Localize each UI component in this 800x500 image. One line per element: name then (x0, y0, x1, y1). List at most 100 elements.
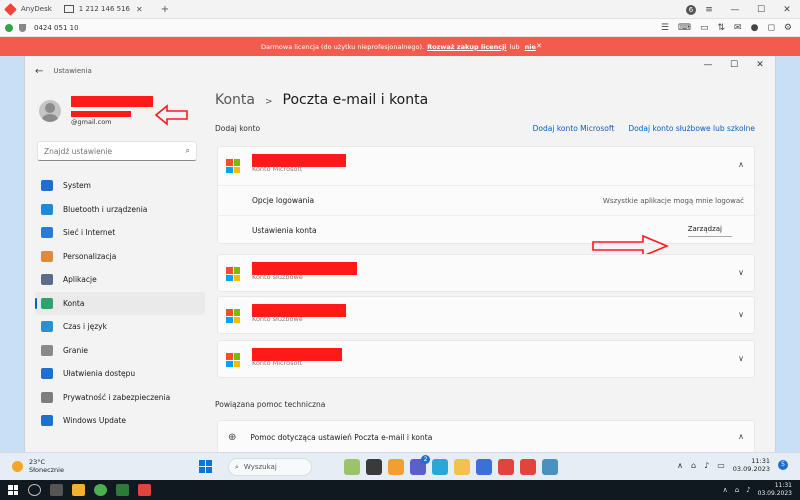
input-icon[interactable]: ⌨ (678, 23, 691, 33)
new-tab-icon[interactable]: + (161, 4, 169, 15)
session-id: 0424 051 10 (34, 23, 79, 32)
chevron-up-icon[interactable]: ∧ (738, 160, 744, 169)
add-account-label: Dodaj konto (215, 123, 261, 133)
notification-count[interactable]: 5 (778, 460, 788, 470)
chevron-down-icon[interactable]: ∨ (738, 354, 744, 363)
license-purchase-link[interactable]: Rozważ zakup licencji (427, 43, 506, 51)
maximize-icon[interactable]: ☐ (721, 60, 747, 70)
display-icon[interactable]: ▭ (700, 23, 709, 33)
task-view-icon[interactable] (366, 459, 382, 475)
maximize-icon[interactable]: ☐ (748, 5, 774, 15)
edge-icon[interactable] (432, 459, 448, 475)
sidebar-item[interactable]: Sieć i Internet (35, 221, 205, 245)
close-banner-icon[interactable]: ✕ (536, 42, 542, 50)
add-work-account-link[interactable]: Dodaj konto służbowe lub szkolne (628, 124, 755, 133)
weather-widget[interactable]: 23°C Słonecznie (12, 458, 64, 474)
help-card[interactable]: ⊕ Pomoc dotycząca ustawień Poczta e-mail… (217, 420, 755, 454)
sidebar-item[interactable]: Konta (35, 291, 205, 315)
sidebar-item[interactable]: System (35, 174, 205, 198)
annotation-arrow-left (155, 104, 188, 126)
sidebar-item-label: Aplikacje (63, 275, 97, 285)
account-card-3[interactable]: Konto służbowe ∨ (217, 296, 755, 334)
outlook-icon[interactable] (476, 459, 492, 475)
taskbar-search[interactable]: ⌕ Wyszukaj (228, 458, 312, 476)
chevron-up-icon[interactable]: ∧ (738, 432, 744, 441)
windows-start-icon[interactable] (199, 460, 212, 473)
record-icon[interactable]: ● (751, 23, 759, 33)
taskbar-apps: 2 (344, 455, 558, 475)
chat-icon[interactable]: ✉ (734, 23, 742, 33)
anydesk-session-tab[interactable]: 1 212 146 516 ✕ (58, 0, 149, 19)
file-transfer-icon[interactable]: ⇅ (717, 23, 725, 33)
network-icon[interactable]: ⌂ (691, 461, 696, 470)
taskbar-clock[interactable]: 11:31 03.09.2023 (733, 457, 770, 473)
actions-icon[interactable]: ☰ (661, 23, 669, 33)
settings-gear-icon[interactable] (542, 459, 558, 475)
folder-icon[interactable] (454, 459, 470, 475)
sidebar-item[interactable]: Personalizacja (35, 245, 205, 269)
anydesk-icon[interactable] (498, 459, 514, 475)
search-icon[interactable] (28, 484, 41, 496)
volume-icon[interactable]: ♪ (746, 486, 750, 494)
chevron-down-icon[interactable]: ∨ (738, 268, 744, 277)
menu-icon[interactable]: ≡ (696, 5, 722, 15)
chevron-up-icon[interactable]: ∧ (677, 461, 683, 470)
sidebar-item-label: Personalizacja (63, 251, 117, 261)
volume-icon[interactable]: ♪ (704, 461, 709, 470)
close-window-icon[interactable]: ✕ (774, 5, 800, 15)
manage-button[interactable]: Zarządzaj (687, 223, 732, 237)
local-clock[interactable]: 11:31 03.09.2023 (758, 482, 792, 498)
anydesk-tabbar: AnyDesk 1 212 146 516 ✕ + 6 ≡ — ☐ ✕ (0, 0, 800, 19)
microsoft-logo-icon (226, 267, 240, 281)
battery-icon[interactable]: ▭ (717, 461, 725, 470)
search-icon: ⌕ (235, 462, 239, 471)
settings-icon[interactable]: ⚙ (784, 23, 792, 33)
teams-icon[interactable]: 2 (410, 455, 430, 475)
file-explorer-icon[interactable] (388, 459, 404, 475)
close-icon[interactable]: ✕ (747, 60, 773, 70)
account-header-1[interactable]: Konto Microsoft ∧ (218, 147, 754, 185)
close-tab-icon[interactable]: ✕ (136, 5, 143, 14)
minimize-icon[interactable]: — (695, 60, 721, 70)
excel-icon[interactable] (116, 484, 129, 496)
local-start-icon[interactable] (8, 485, 18, 495)
shield-icon (19, 23, 26, 32)
sidebar-item[interactable]: Aplikacje (35, 268, 205, 292)
sidebar-item-icon (41, 321, 53, 333)
chevron-up-icon[interactable]: ∧ (723, 486, 728, 494)
screenshot-icon[interactable]: ◻ (767, 23, 774, 33)
widgets-icon[interactable] (344, 459, 360, 475)
account-card-4[interactable]: Konto Microsoft ∨ (217, 340, 755, 378)
sidebar-item-label: Konta (63, 298, 85, 308)
file-explorer-icon[interactable] (72, 484, 85, 496)
add-microsoft-account-link[interactable]: Dodaj konto Microsoft (533, 124, 615, 133)
anydesk-app-tab[interactable]: AnyDesk (0, 0, 58, 19)
sidebar-item[interactable]: Granie (35, 339, 205, 363)
anydesk-logo-icon (4, 2, 17, 16)
connection-status-icon (5, 23, 13, 32)
back-arrow-icon[interactable]: ← (35, 66, 43, 77)
sidebar-item[interactable]: Bluetooth i urządzenia (35, 198, 205, 222)
sidebar-item[interactable]: Ułatwienia dostępu (35, 362, 205, 386)
remote-taskbar: 23°C Słonecznie ⌕ Wyszukaj 2 ∧ ⌂ ♪ ▭ 11:… (0, 452, 800, 480)
breadcrumb-parent[interactable]: Konta (215, 92, 255, 108)
sidebar-item[interactable]: Prywatność i zabezpieczenia (35, 386, 205, 410)
account-card-2[interactable]: Konto służbowe ∨ (217, 254, 755, 292)
sidebar-item[interactable]: Czas i język (35, 315, 205, 339)
task-view-icon[interactable] (50, 484, 63, 496)
redacted-username (71, 96, 153, 107)
chevron-down-icon[interactable]: ∨ (738, 310, 744, 319)
user-email-suffix: @gmail.com (71, 118, 112, 126)
network-icon[interactable]: ⌂ (735, 486, 739, 494)
search-input[interactable] (44, 146, 174, 156)
sidebar-item[interactable]: Windows Update (35, 409, 205, 433)
search-box[interactable]: ⌕ (37, 141, 197, 161)
license-tail: lub (509, 42, 520, 51)
weather-temp: 23°C (29, 458, 46, 466)
minimize-icon[interactable]: — (722, 5, 748, 15)
anydesk-icon[interactable] (138, 484, 151, 496)
anydesk-icon-2[interactable] (520, 459, 536, 475)
notification-badge[interactable]: 6 (686, 4, 696, 15)
license-dismiss-link[interactable]: nie (525, 43, 536, 51)
chrome-icon[interactable] (94, 484, 107, 496)
